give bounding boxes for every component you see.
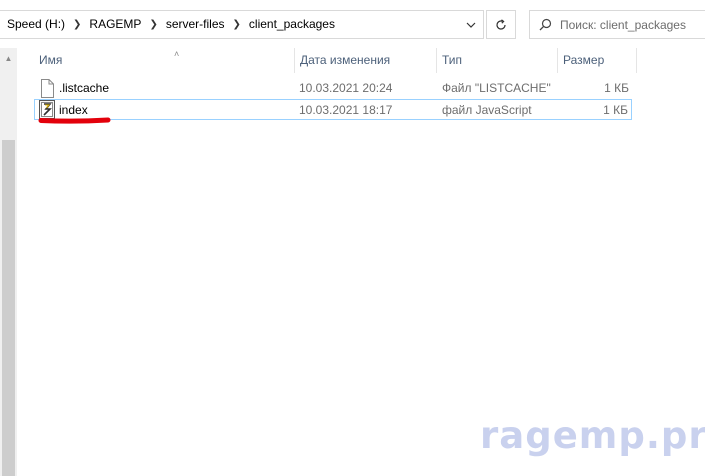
column-header-name-label: Имя: [39, 53, 63, 67]
search-icon: [530, 11, 560, 38]
chevron-right-icon[interactable]: ❯: [73, 10, 81, 39]
file-size: 1 КБ: [603, 103, 628, 117]
navigation-pane-scrollbar[interactable]: ▲: [0, 48, 17, 476]
sort-ascending-icon: ˄: [174, 49, 180, 59]
file-date: 10.03.2021 18:17: [299, 103, 393, 117]
breadcrumb-item-ragemp[interactable]: RAGEMP: [89, 10, 141, 39]
file-type: Файл "LISTCACHE": [442, 81, 551, 95]
table-row[interactable]: .listcache 10.03.2021 20:24 Файл "LISTCA…: [34, 78, 632, 99]
refresh-icon: [496, 18, 506, 30]
address-bar[interactable]: Speed (H:) ❯ RAGEMP ❯ server-files ❯ cli…: [0, 10, 484, 39]
column-header-size-label: Размер: [563, 53, 605, 67]
breadcrumb: Speed (H:) ❯ RAGEMP ❯ server-files ❯ cli…: [0, 11, 335, 38]
breadcrumb-item-server-files[interactable]: server-files: [166, 10, 225, 39]
chevron-right-icon[interactable]: ❯: [149, 10, 157, 39]
column-header-type[interactable]: Тип: [437, 48, 558, 73]
chevron-right-icon[interactable]: ❯: [233, 10, 241, 39]
search-input[interactable]: Поиск: client_packages: [529, 10, 705, 39]
column-header-date-label: Дата изменения: [300, 53, 391, 67]
chevron-down-icon: [466, 22, 475, 28]
table-row-selected[interactable]: index 10.03.2021 18:17 файл JavaScript 1…: [34, 99, 632, 120]
file-date: 10.03.2021 20:24: [299, 81, 393, 95]
scroll-up-icon[interactable]: ▲: [2, 52, 15, 66]
column-header-date[interactable]: Дата изменения: [295, 48, 437, 73]
red-underline-annotation: [38, 117, 111, 124]
watermark: ragemp.pro: [480, 414, 705, 457]
file-type: файл JavaScript: [442, 103, 532, 117]
scrollbar-thumb[interactable]: [2, 140, 15, 476]
file-name: .listcache: [59, 81, 110, 95]
address-history-button[interactable]: [458, 11, 483, 38]
column-headers: ˄ Имя Дата изменения Тип Размер: [17, 48, 705, 73]
column-header-name[interactable]: ˄ Имя: [34, 48, 295, 73]
refresh-button[interactable]: [486, 10, 516, 39]
file-size: 1 КБ: [604, 81, 629, 95]
column-header-type-label: Тип: [442, 53, 463, 67]
generic-file-icon: [41, 79, 54, 98]
breadcrumb-item-client-packages[interactable]: client_packages: [249, 10, 335, 39]
search-placeholder: Поиск: client_packages: [560, 17, 686, 32]
column-header-size[interactable]: Размер: [558, 48, 637, 73]
breadcrumb-item-drive[interactable]: Speed (H:): [7, 10, 65, 39]
toolbar: Speed (H:) ❯ RAGEMP ❯ server-files ❯ cli…: [0, 0, 705, 48]
